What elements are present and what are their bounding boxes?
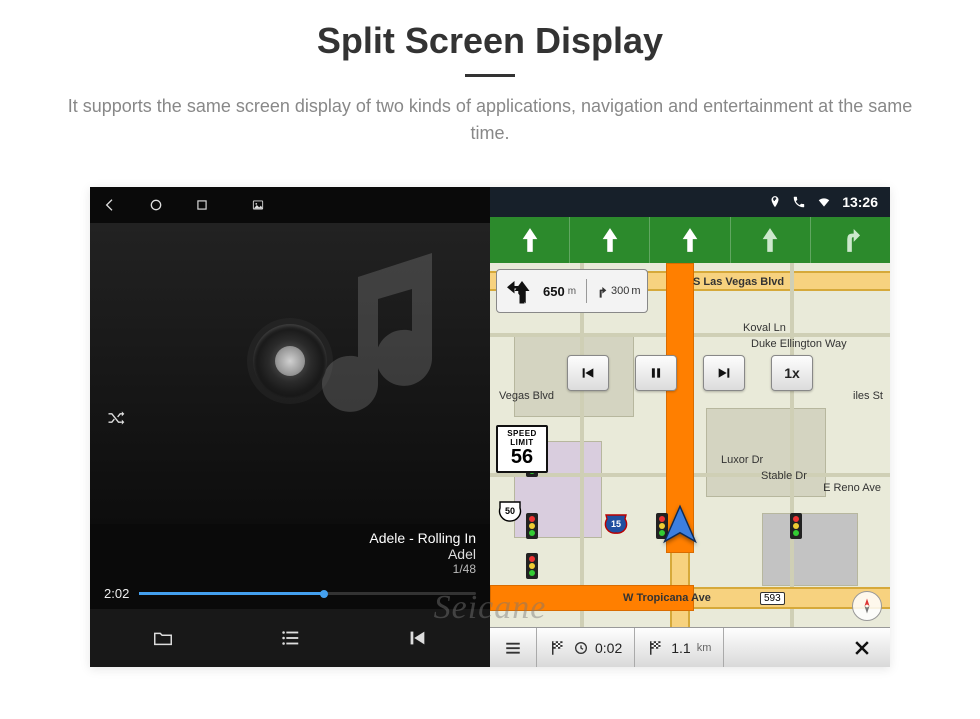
exit-number: 593 bbox=[760, 592, 785, 605]
street-stable: Stable Dr bbox=[758, 469, 810, 483]
sim-next-button[interactable] bbox=[703, 355, 745, 391]
close-icon bbox=[852, 638, 872, 658]
music-pane: Adele - Rolling In Adel 1/48 2:02 bbox=[90, 187, 490, 667]
music-bottom-bar bbox=[90, 609, 490, 667]
previous-track-icon[interactable] bbox=[403, 624, 431, 652]
street-tropicana: W Tropicana Ave bbox=[620, 591, 714, 605]
speed-label-1: SPEED bbox=[498, 429, 546, 438]
title-divider bbox=[465, 74, 515, 77]
home-icon[interactable] bbox=[148, 197, 164, 213]
page-subtitle: It supports the same screen display of t… bbox=[50, 93, 930, 147]
nav-eta: 0:02 bbox=[595, 640, 622, 656]
shuffle-icon[interactable] bbox=[104, 408, 128, 434]
street-e-reno: E Reno Ave bbox=[820, 481, 884, 495]
street-koval: Koval Ln bbox=[740, 321, 789, 335]
sim-pause-button[interactable] bbox=[635, 355, 677, 391]
route-shield-50: 50 bbox=[498, 499, 522, 523]
vehicle-position-icon bbox=[658, 503, 702, 547]
android-nav-bar bbox=[90, 187, 490, 223]
nav-distance-segment[interactable]: 1.1 km bbox=[635, 628, 724, 667]
track-index: 1/48 bbox=[104, 562, 476, 576]
street-giles: iles St bbox=[850, 389, 886, 403]
navigation-pane: 13:26 bbox=[490, 187, 890, 667]
clock: 13:26 bbox=[842, 194, 878, 210]
speed-limit-sign: SPEED LIMIT 56 bbox=[496, 425, 548, 473]
album-art-area bbox=[90, 223, 490, 524]
elapsed-time: 2:02 bbox=[104, 586, 129, 601]
nav-remaining-distance: 1.1 bbox=[671, 640, 690, 656]
speed-limit-value: 56 bbox=[498, 447, 546, 467]
progress-bar[interactable] bbox=[139, 592, 476, 595]
turn-main-distance: 650 bbox=[543, 284, 565, 299]
page-title: Split Screen Display bbox=[40, 20, 940, 62]
nav-bottom-bar: 0:02 1.1 km bbox=[490, 627, 890, 667]
turn-next-distance: 300 bbox=[611, 285, 629, 297]
sim-media-controls: 1x bbox=[567, 355, 813, 391]
music-note-icon bbox=[302, 233, 502, 443]
track-artist: Adel bbox=[104, 546, 476, 562]
lane-arrow-straight-3 bbox=[650, 217, 730, 263]
progress-row: 2:02 bbox=[90, 580, 490, 609]
street-luxor: Luxor Dr bbox=[718, 453, 766, 467]
street-vegas-2: Vegas Blvd bbox=[496, 389, 557, 403]
folder-icon[interactable] bbox=[149, 624, 177, 652]
lane-arrow-straight-2 bbox=[570, 217, 650, 263]
turn-main-unit: m bbox=[568, 286, 576, 297]
play-record-button[interactable] bbox=[253, 324, 327, 398]
nav-eta-segment[interactable]: 0:02 bbox=[537, 628, 635, 667]
shield-50-text: 50 bbox=[505, 506, 515, 516]
lane-arrow-straight-4 bbox=[731, 217, 811, 263]
wifi-icon bbox=[816, 195, 832, 209]
checkered-flag-icon bbox=[549, 639, 567, 657]
nav-close-button[interactable] bbox=[834, 628, 890, 667]
phone-icon bbox=[792, 195, 806, 209]
nav-menu-button[interactable] bbox=[490, 628, 537, 667]
interstate-shield-15: 15 bbox=[604, 511, 628, 535]
checkered-flag-icon-2 bbox=[647, 639, 665, 657]
sim-previous-button[interactable] bbox=[567, 355, 609, 391]
turn-next-unit: m bbox=[631, 285, 640, 297]
compass-icon[interactable] bbox=[852, 591, 882, 621]
playlist-icon[interactable] bbox=[276, 624, 304, 652]
recent-apps-icon[interactable] bbox=[194, 197, 210, 213]
turn-left-icon bbox=[507, 276, 537, 306]
picture-icon[interactable] bbox=[250, 197, 266, 213]
device-screenshot: Adele - Rolling In Adel 1/48 2:02 bbox=[90, 187, 890, 667]
svg-text:15: 15 bbox=[611, 519, 621, 529]
nav-distance-unit: km bbox=[697, 642, 712, 654]
track-metadata: Adele - Rolling In Adel 1/48 bbox=[90, 524, 490, 580]
location-icon bbox=[768, 195, 782, 209]
sim-speed-button[interactable]: 1x bbox=[771, 355, 813, 391]
track-title: Adele - Rolling In bbox=[104, 530, 476, 546]
street-s-las-vegas: S Las Vegas Blvd bbox=[690, 275, 787, 289]
lane-arrow-right bbox=[811, 217, 890, 263]
street-ellington: Duke Ellington Way bbox=[748, 337, 850, 351]
clock-icon bbox=[573, 640, 589, 656]
turn-right-next-icon bbox=[593, 283, 609, 299]
map-area[interactable]: S Las Vegas Blvd Koval Ln Duke Ellington… bbox=[490, 263, 890, 667]
status-bar: 13:26 bbox=[490, 187, 890, 217]
back-icon[interactable] bbox=[102, 197, 118, 213]
lane-guidance-bar bbox=[490, 217, 890, 263]
turn-instruction-card: 650m 300m bbox=[496, 269, 648, 313]
lane-arrow-straight-1 bbox=[490, 217, 570, 263]
